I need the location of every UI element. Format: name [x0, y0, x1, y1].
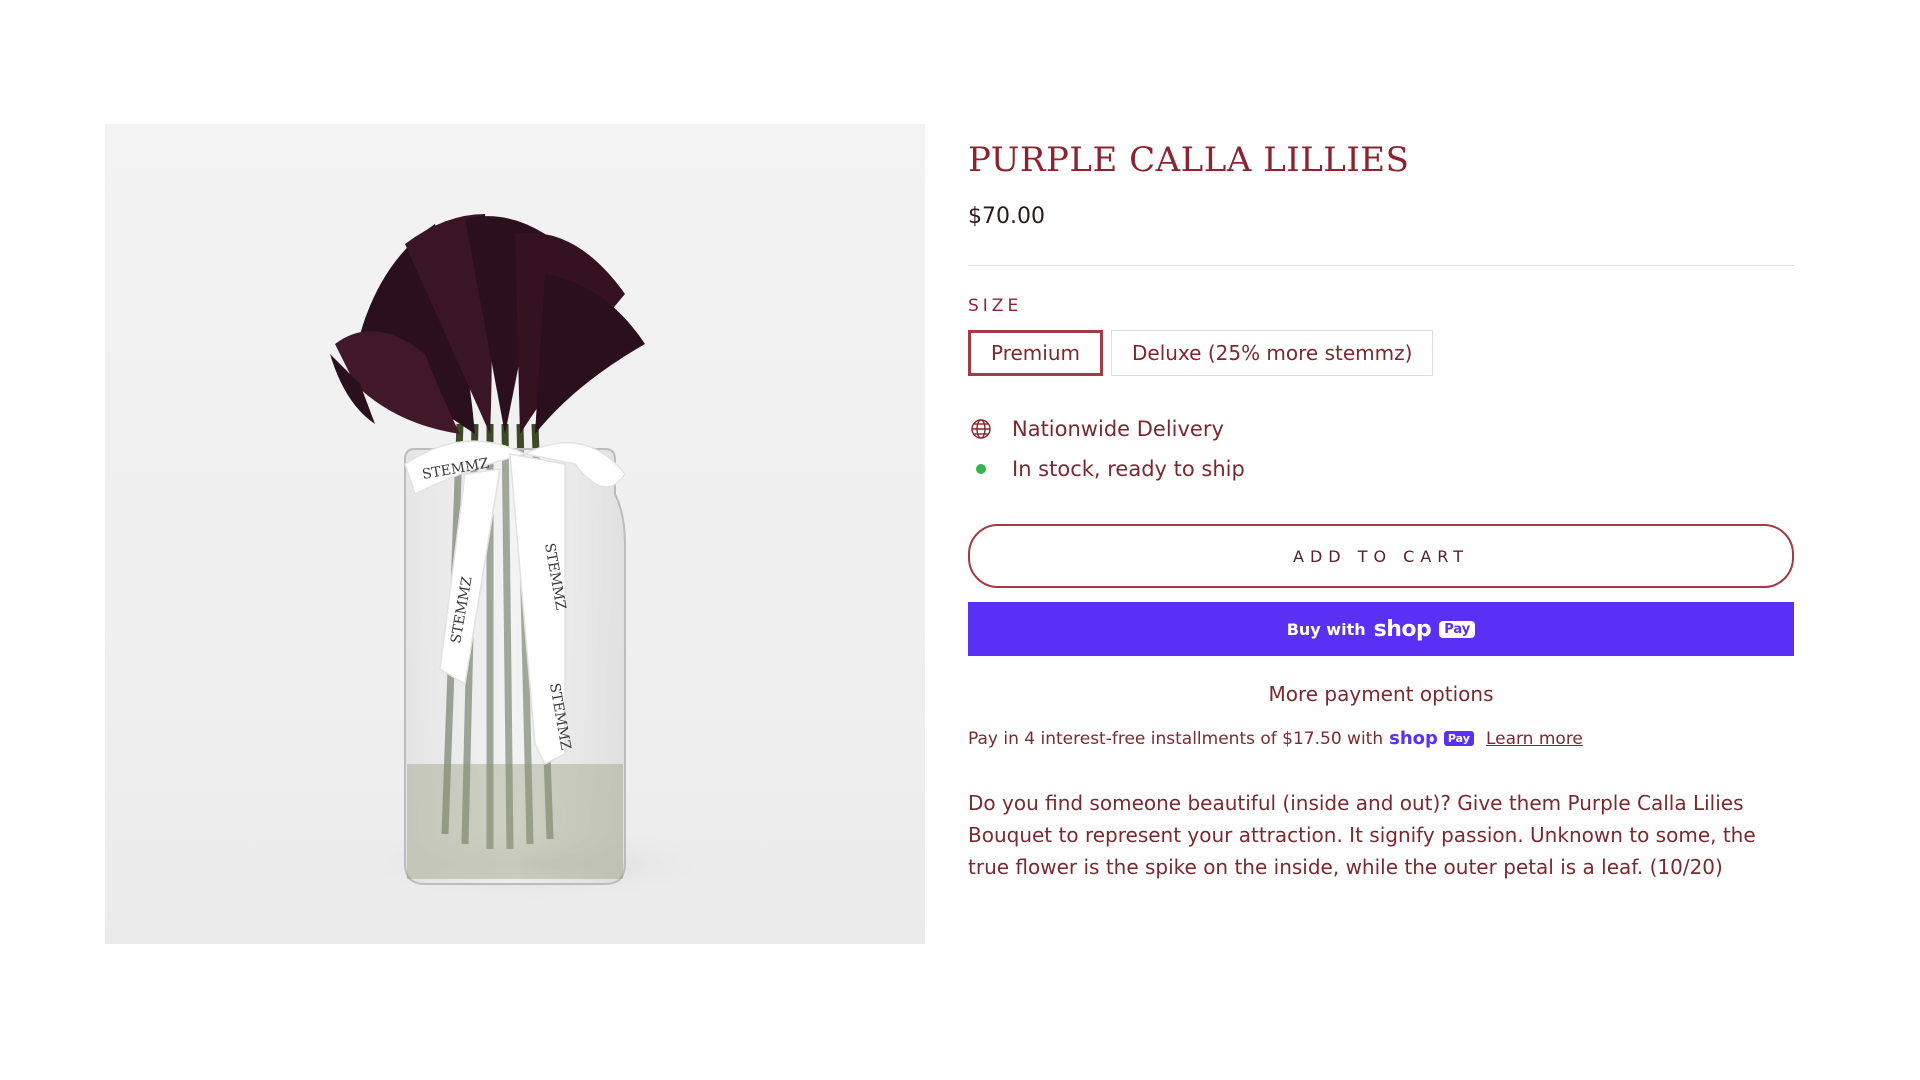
- product-price: $70.00: [968, 204, 1045, 230]
- installments-banner: Pay in 4 interest-free installments of $…: [968, 728, 1794, 749]
- product-image: STEMMZ STEMMZ STEMMZ STEMMZ: [105, 124, 925, 944]
- size-label: SIZE: [968, 296, 1023, 317]
- feature-stock: In stock, ready to ship: [968, 456, 1794, 482]
- installments-shop-logo: shop: [1389, 728, 1438, 750]
- shop-pay-badge: Pay: [1439, 620, 1476, 638]
- add-to-cart-button[interactable]: ADD TO CART: [968, 524, 1794, 589]
- feature-list: Nationwide Delivery In stock, ready to s…: [968, 416, 1794, 482]
- shop-pay-logo: shop: [1373, 616, 1432, 642]
- more-payment-options-link[interactable]: More payment options: [968, 682, 1794, 706]
- product-description: Do you find someone beautiful (inside an…: [968, 791, 1756, 880]
- size-option-premium[interactable]: Premium: [968, 330, 1103, 377]
- in-stock-dot-container: [968, 456, 994, 482]
- installments-text: Pay in 4 interest-free installments of $…: [968, 728, 1384, 749]
- size-option-deluxe[interactable]: Deluxe (25% more stemmz): [1111, 330, 1434, 377]
- divider: [968, 265, 1794, 267]
- product-title: PURPLE CALLA LILLIES: [968, 140, 1410, 180]
- delivery-text: Nationwide Delivery: [1012, 417, 1224, 442]
- feature-delivery: Nationwide Delivery: [968, 416, 1794, 442]
- in-stock-dot-icon: [976, 464, 986, 475]
- buy-with-label: Buy with: [1286, 619, 1366, 639]
- bouquet-illustration: STEMMZ STEMMZ STEMMZ STEMMZ: [330, 214, 735, 904]
- learn-more-link[interactable]: Learn more: [1486, 729, 1583, 749]
- globe-icon: [968, 416, 994, 442]
- buy-with-shop-pay-button[interactable]: Buy with shop Pay: [968, 602, 1794, 657]
- size-options: Premium Deluxe (25% more stemmz): [968, 330, 1794, 377]
- product-info: PURPLE CALLA LILLIES $70.00 SIZE Premium…: [968, 124, 1794, 903]
- stock-text: In stock, ready to ship: [1012, 457, 1245, 482]
- installments-pay-badge: Pay: [1443, 731, 1474, 747]
